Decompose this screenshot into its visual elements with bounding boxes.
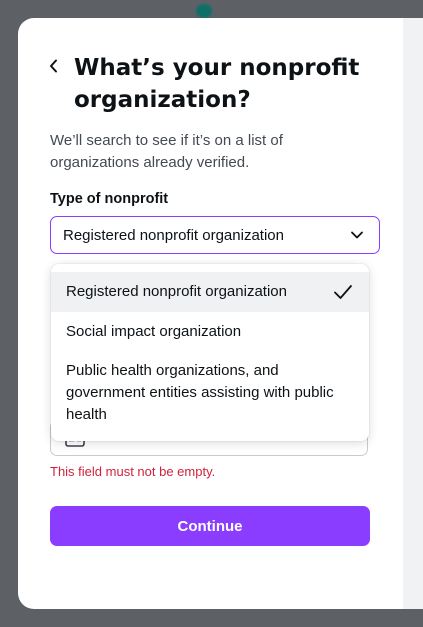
select-value: Registered nonprofit organization bbox=[63, 226, 284, 244]
option-label: Registered nonprofit organization bbox=[66, 283, 287, 300]
option-public-health[interactable]: Public health organizations, and governm… bbox=[51, 352, 369, 434]
type-of-nonprofit-select[interactable]: Registered nonprofit organization bbox=[50, 216, 380, 254]
option-label: Social impact organization bbox=[66, 323, 242, 340]
check-icon bbox=[334, 285, 352, 299]
option-label: Public health organizations, and governm… bbox=[66, 362, 334, 423]
chevron-left-icon bbox=[50, 59, 57, 73]
option-social-impact[interactable]: Social impact organization bbox=[51, 312, 369, 352]
field-error-message: This field must not be empty. bbox=[50, 464, 216, 479]
dialog-side-panel bbox=[403, 18, 423, 609]
back-button[interactable] bbox=[44, 56, 64, 76]
continue-button[interactable]: Continue bbox=[50, 506, 370, 546]
type-of-nonprofit-label: Type of nonprofit bbox=[50, 191, 169, 207]
dialog-subtitle: We’ll search to see if it’s on a list of… bbox=[50, 132, 283, 171]
dialog-title: What’s your nonprofit organization? bbox=[74, 55, 360, 113]
option-registered-nonprofit[interactable]: Registered nonprofit organization bbox=[51, 272, 369, 312]
backdrop-dot bbox=[196, 4, 212, 18]
chevron-down-icon bbox=[351, 231, 363, 239]
nonprofit-type-dropdown: Registered nonprofit organization Social… bbox=[51, 264, 369, 441]
